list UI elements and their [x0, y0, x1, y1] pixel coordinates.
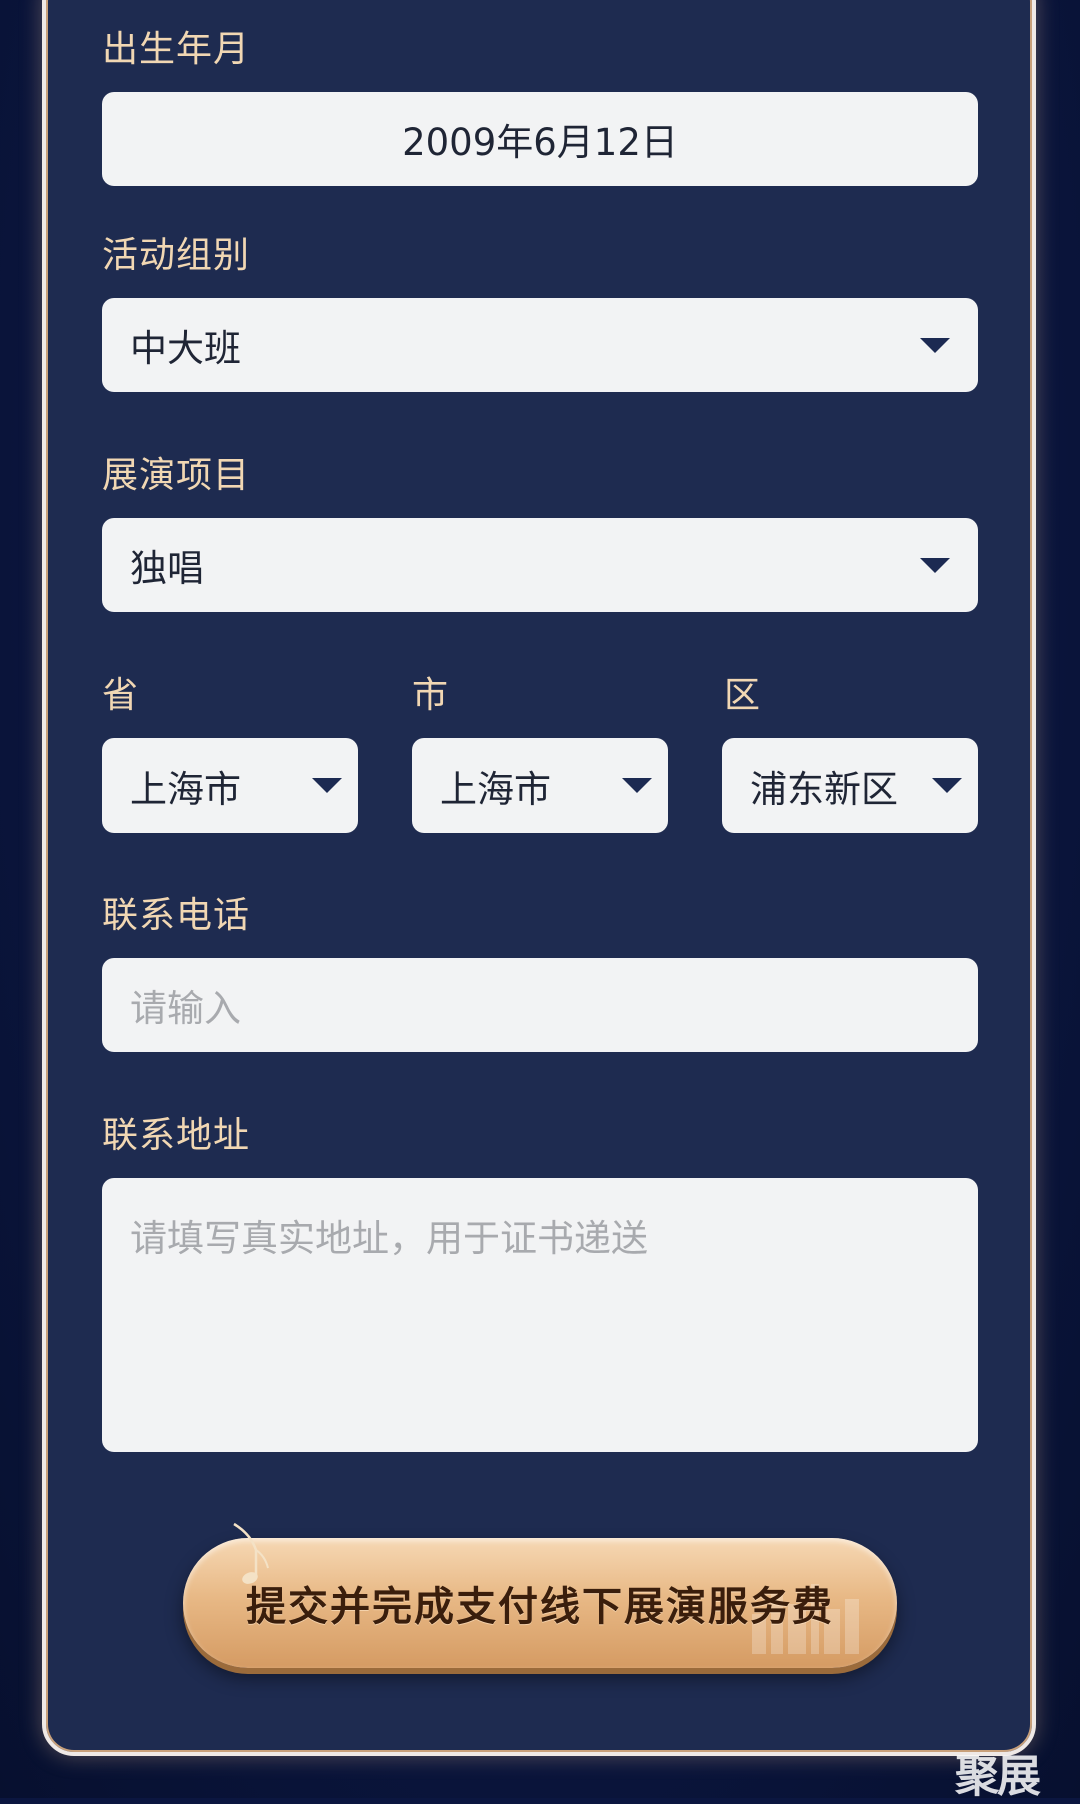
district-value: 浦东新区: [750, 767, 898, 811]
submit-button[interactable]: 提交并完成支付线下展演服务费: [183, 1538, 897, 1668]
city-label: 市: [412, 675, 450, 716]
district-label: 区: [724, 675, 762, 716]
district-select[interactable]: 浦东新区: [722, 738, 978, 833]
group-value: 中大班: [130, 327, 241, 370]
province-label: 省: [102, 675, 140, 716]
city-value: 上海市: [440, 767, 551, 811]
watermark-logo: 聚展: [955, 1751, 1041, 1802]
province-value: 上海市: [130, 767, 241, 811]
caret-down-icon: [920, 557, 950, 573]
project-value: 独唱: [130, 547, 204, 590]
address-placeholder: 请填写真实地址，用于证书递送: [130, 1217, 648, 1260]
caret-down-icon: [920, 337, 950, 353]
birth-date-field[interactable]: 2009年6月12日: [102, 92, 978, 186]
phone-input[interactable]: 请输入: [102, 958, 978, 1052]
birth-date-value: 2009年6月12日: [402, 121, 678, 164]
city-select[interactable]: 上海市: [412, 738, 668, 833]
birth-label: 出生年月: [102, 29, 251, 70]
group-select[interactable]: 中大班: [102, 298, 978, 392]
phone-label: 联系电话: [102, 895, 251, 936]
submit-button-label: 提交并完成支付线下展演服务费: [246, 1584, 834, 1630]
caret-down-icon: [312, 778, 342, 793]
address-textarea[interactable]: 请填写真实地址，用于证书递送: [102, 1178, 978, 1452]
project-select[interactable]: 独唱: [102, 518, 978, 612]
caret-down-icon: [932, 778, 962, 793]
caret-down-icon: [622, 778, 652, 793]
address-label: 联系地址: [102, 1115, 251, 1156]
province-select[interactable]: 上海市: [102, 738, 358, 833]
music-note-icon: [233, 1522, 269, 1584]
project-label: 展演项目: [102, 455, 251, 496]
group-label: 活动组别: [102, 235, 251, 276]
phone-placeholder: 请输入: [130, 987, 241, 1030]
